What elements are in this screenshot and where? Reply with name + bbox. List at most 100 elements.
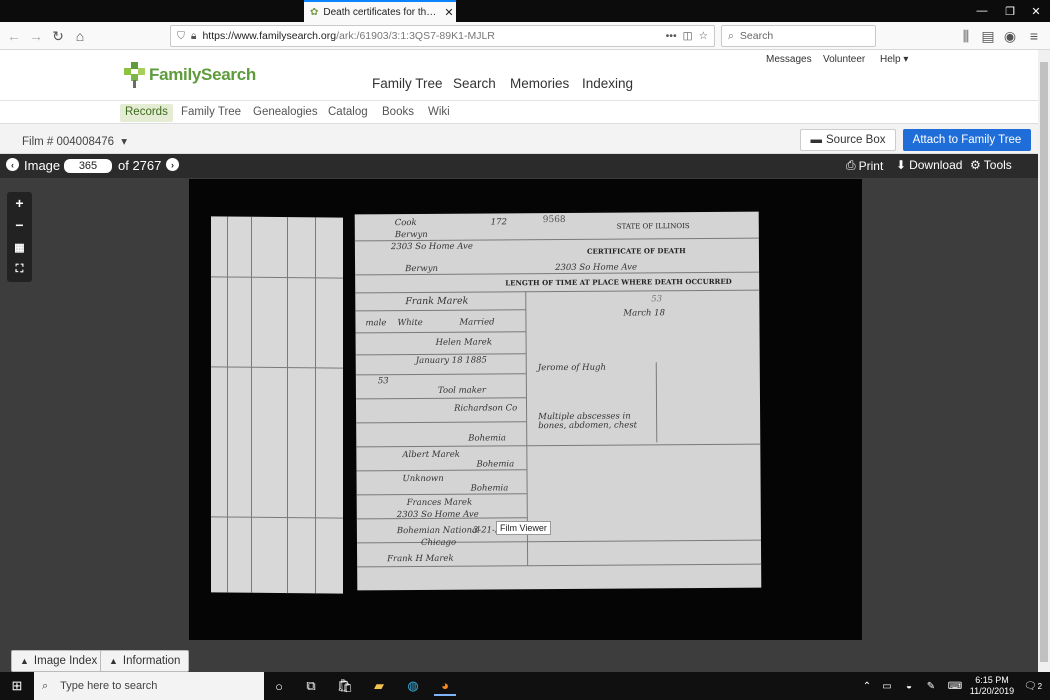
download-label: Download <box>909 158 963 172</box>
library-icon[interactable]: ⫼ <box>956 26 976 46</box>
download-button[interactable]: ⬇ Download <box>896 158 962 172</box>
url-bar[interactable]: ⛉ 🔒︎ https://www.familysearch.org/ark:/6… <box>170 25 715 47</box>
nav-memories[interactable]: Memories <box>510 76 569 91</box>
tools-icon: ⚙ <box>970 158 981 172</box>
lock-icon[interactable]: 🔒︎ <box>191 30 197 43</box>
caret-up-icon: ▲ <box>109 656 118 666</box>
tab-close-icon[interactable]: ✕ <box>442 6 456 19</box>
tools-button[interactable]: ⚙ Tools <box>970 158 1012 172</box>
cert-state-header: STATE OF ILLINOIS <box>616 222 690 231</box>
task-view-icon[interactable]: ⧉ <box>300 676 322 696</box>
taskbar-search-placeholder: Type here to search <box>60 680 158 692</box>
firefox-icon[interactable]: ◕ <box>434 676 456 696</box>
home-icon[interactable]: ⌂ <box>70 26 90 46</box>
browser-tab[interactable]: ✿ Death certificates for the state ✕ <box>304 0 456 22</box>
sidebar-icon[interactable]: ▤ <box>978 26 998 46</box>
forward-arrow-icon[interactable]: → <box>26 26 46 46</box>
pen-icon[interactable]: ✎ <box>920 676 942 696</box>
tree-logo-icon <box>124 62 145 88</box>
film-selector[interactable]: Film # 004008476 ▾ <box>22 134 127 148</box>
help-link[interactable]: Help ▾ <box>880 54 908 65</box>
menu-hamburger-icon[interactable]: ≡ <box>1024 26 1044 46</box>
browser-tab-bar: ✿ Death certificates for the state ✕ — ❐… <box>0 0 1050 22</box>
windows-taskbar: ⊞ ⌕ Type here to search ○ ⧉ 🛍︎ ▰ ◍ ◕ ⌃ ▭… <box>0 672 1050 700</box>
bookmark-star-icon[interactable]: ☆ <box>699 30 708 42</box>
cert-title: CERTIFICATE OF DEATH <box>586 246 686 256</box>
subnav-genealogies[interactable]: Genealogies <box>248 104 323 122</box>
information-button[interactable]: ▲ Information <box>100 650 190 672</box>
messages-link[interactable]: Messages <box>766 54 812 65</box>
cortana-icon[interactable]: ○ <box>268 676 290 696</box>
logo-text: FamilySearch <box>149 65 256 84</box>
death-certificate-page: STATE OF ILLINOIS CERTIFICATE OF DEATH L… <box>354 211 762 591</box>
spouse-value: Helen Marek <box>435 337 493 348</box>
browser-search-placeholder: Search <box>739 30 774 42</box>
pocket-icon[interactable]: ◫ <box>683 30 693 42</box>
information-label: Information <box>122 655 181 667</box>
download-icon: ⬇ <box>896 158 907 172</box>
film-bar: Film # 004008476 ▾ ▬ Source Box Attach t… <box>0 124 1038 154</box>
account-icon[interactable]: ◉ <box>1000 26 1020 46</box>
page-scrollbar[interactable] <box>1038 50 1050 672</box>
app-icon[interactable]: ◍ <box>402 676 424 696</box>
grid-view-icon[interactable]: ▦ <box>7 236 32 258</box>
search-icon: ⌕ <box>42 679 49 692</box>
image-number-input[interactable]: 365 <box>64 159 112 173</box>
scrollbar-thumb[interactable] <box>1040 62 1048 662</box>
search-icon: ⌕ <box>728 29 734 42</box>
battery-icon[interactable]: ▭ <box>876 676 898 696</box>
fullscreen-icon[interactable]: ⛶ <box>7 258 32 280</box>
subnav-books[interactable]: Books <box>377 104 419 122</box>
birthplace-value: Bohemia <box>468 433 507 444</box>
city-value: Berwyn <box>394 229 428 241</box>
shield-icon[interactable]: ⛉ <box>177 30 185 43</box>
full-name-value: Frank Marek <box>405 295 469 308</box>
subnav-records[interactable]: Records <box>120 104 173 122</box>
notifications-icon[interactable]: 🗨︎ 2 <box>1022 676 1044 696</box>
nav-indexing[interactable]: Indexing <box>582 76 633 91</box>
url-host: https://www.familysearch.org <box>202 30 337 42</box>
clock-time: 6:15 PM <box>975 675 1009 685</box>
page-actions-menu-icon[interactable]: ••• <box>666 30 677 42</box>
subnav-wiki[interactable]: Wiki <box>423 104 455 122</box>
nav-family-tree[interactable]: Family Tree <box>372 76 443 91</box>
zoom-in-icon[interactable]: + <box>7 192 32 214</box>
nav-search[interactable]: Search <box>453 76 496 91</box>
volunteer-link[interactable]: Volunteer <box>823 54 865 65</box>
color-value: White <box>397 317 423 329</box>
zoom-out-icon[interactable]: − <box>7 214 32 236</box>
reload-icon[interactable]: ↻ <box>48 26 68 46</box>
film-viewer[interactable]: ‹ Image 365 of 2767 › ⎙ Print ⬇ Download ⚙… <box>0 154 1038 672</box>
marital-value: Married <box>459 317 495 328</box>
caret-up-icon: ▲ <box>20 656 29 666</box>
age-value: 53 <box>377 376 389 387</box>
network-icon[interactable]: ◒ <box>898 676 920 696</box>
subnav-family-tree[interactable]: Family Tree <box>176 104 246 122</box>
file-explorer-icon[interactable]: ▰ <box>368 676 390 696</box>
next-image-button[interactable]: › <box>166 158 179 171</box>
scanned-document-image[interactable]: STATE OF ILLINOIS CERTIFICATE OF DEATH L… <box>189 179 862 640</box>
subnav-catalog[interactable]: Catalog <box>323 104 373 122</box>
windows-start-icon[interactable]: ⊞ <box>6 676 28 696</box>
window-close-button[interactable]: ✕ <box>1020 0 1050 22</box>
registered-number: 172 <box>490 217 508 228</box>
store-icon[interactable]: 🛍︎ <box>334 676 356 696</box>
source-box-button[interactable]: ▬ Source Box <box>800 129 896 151</box>
previous-image-button[interactable]: ‹ <box>6 158 19 171</box>
other-conditions-value: Multiple abscesses in bones, abdomen, ch… <box>538 411 638 432</box>
browser-search-input[interactable]: ⌕ Search <box>721 25 876 47</box>
print-button[interactable]: ⎙ Print <box>846 158 883 173</box>
source-box-label: Source Box <box>826 134 886 146</box>
tab-title: Death certificates for the state <box>323 6 437 18</box>
familysearch-logo[interactable]: FamilySearch <box>124 62 256 88</box>
taskbar-search-input[interactable]: ⌕ Type here to search <box>34 672 264 700</box>
film-viewer-tooltip: Film Viewer <box>496 521 551 535</box>
mother-value: Unknown <box>402 473 444 485</box>
cause-value: Jerome of Hugh <box>537 362 606 374</box>
tray-chevron-up-icon[interactable]: ⌃ <box>856 676 878 696</box>
image-index-button[interactable]: ▲ Image Index <box>11 650 107 672</box>
attach-to-family-tree-button[interactable]: Attach to Family Tree <box>903 129 1031 151</box>
image-total: of 2767 <box>118 158 162 173</box>
back-arrow-icon[interactable]: ← <box>4 26 24 46</box>
taskbar-clock[interactable]: 6:15 PM 11/20/2019 <box>960 675 1024 697</box>
